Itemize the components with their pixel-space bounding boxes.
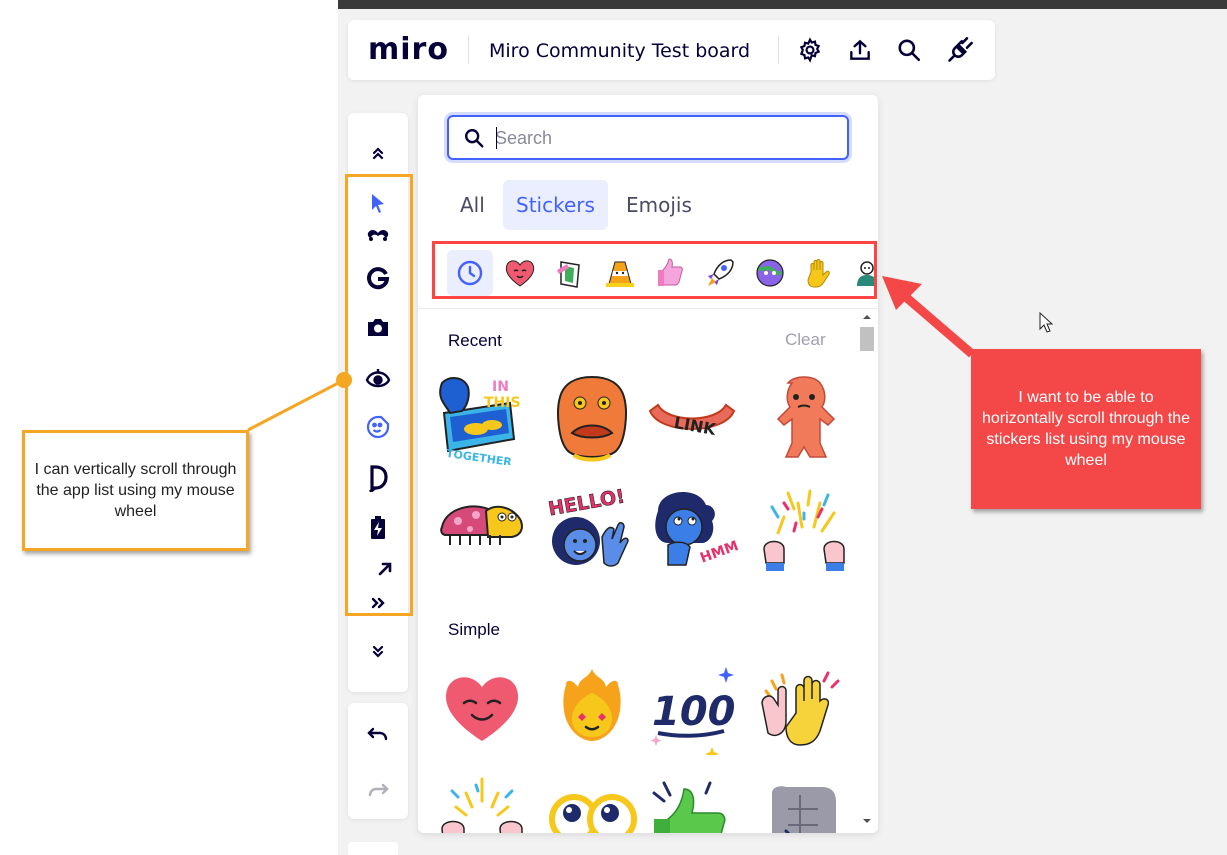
svg-text:100: 100 <box>652 689 736 735</box>
sticker-list-scrollbar[interactable] <box>858 309 876 833</box>
hundred-sticker[interactable]: 100 <box>646 663 738 755</box>
tab-all[interactable]: All <box>447 180 498 230</box>
orange-monster-sticker[interactable] <box>758 373 850 465</box>
board-header: miro Miro Community Test board <box>348 20 995 80</box>
callout-connector <box>247 372 352 432</box>
section-title-recent: Recent <box>448 331 502 350</box>
fist-sticker[interactable] <box>758 773 850 833</box>
callout-arrow <box>882 276 975 358</box>
chevron-up-double-icon[interactable] <box>363 138 393 168</box>
svg-text:IN: IN <box>492 379 509 395</box>
sticker-panel: All Stickers Emojis Rec <box>418 95 878 833</box>
search-input[interactable] <box>495 125 835 151</box>
hello-sticker[interactable]: HELLO! <box>546 483 638 575</box>
confetti-hands-sticker[interactable] <box>436 773 528 833</box>
divider <box>468 36 469 64</box>
window-top-strip <box>338 0 1227 9</box>
link-sausage-sticker[interactable]: LINK <box>646 373 738 465</box>
section-title-simple: Simple <box>448 620 500 639</box>
wave-hands-sticker[interactable] <box>758 663 850 755</box>
orange-monster-face-sticker[interactable] <box>546 373 638 465</box>
plugin-icon[interactable] <box>945 35 975 65</box>
tab-emojis[interactable]: Emojis <box>613 180 705 230</box>
category-row-highlight-box <box>432 241 877 299</box>
svg-text:THIS: THIS <box>484 395 521 411</box>
thumbs-up-sticker[interactable] <box>646 773 738 833</box>
upload-icon[interactable] <box>845 35 875 65</box>
horizontal-scroll-note: I want to be able to horizontally scroll… <box>971 349 1201 509</box>
tab-stickers[interactable]: Stickers <box>503 180 608 230</box>
mouse-pointer-icon <box>1039 312 1053 333</box>
scrollbar-thumb[interactable] <box>860 327 874 351</box>
search-icon <box>463 127 485 149</box>
gear-icon[interactable] <box>795 35 825 65</box>
hmm-sticker[interactable]: HMM <box>646 483 738 575</box>
board-title[interactable]: Miro Community Test board <box>489 40 750 62</box>
big-eyes-sticker[interactable] <box>546 773 638 833</box>
fire-face-sticker[interactable] <box>546 663 638 755</box>
history-toolbar <box>348 703 408 819</box>
chevron-down-double-icon[interactable] <box>363 637 393 667</box>
divider <box>778 36 779 64</box>
vertical-scroll-note: I can vertically scroll through the app … <box>22 430 249 551</box>
smiling-heart-sticker[interactable] <box>436 663 528 755</box>
in-this-together-sticker[interactable]: IN THIS TOGETHER <box>436 373 528 465</box>
search-icon[interactable] <box>894 35 924 65</box>
divider <box>418 308 878 309</box>
clear-recent-button[interactable]: Clear <box>785 330 826 350</box>
svg-text:HELLO!: HELLO! <box>547 485 627 520</box>
search-field[interactable] <box>447 115 849 160</box>
undo-icon[interactable] <box>363 719 393 749</box>
snail-bug-sticker[interactable] <box>436 483 528 575</box>
toolbar-stub <box>348 842 398 855</box>
text-caret <box>496 127 497 149</box>
miro-logo[interactable]: miro <box>368 32 449 67</box>
svg-text:TOGETHER: TOGETHER <box>445 447 513 465</box>
celebrate-hands-sticker[interactable] <box>758 483 850 575</box>
redo-icon[interactable] <box>363 775 393 805</box>
